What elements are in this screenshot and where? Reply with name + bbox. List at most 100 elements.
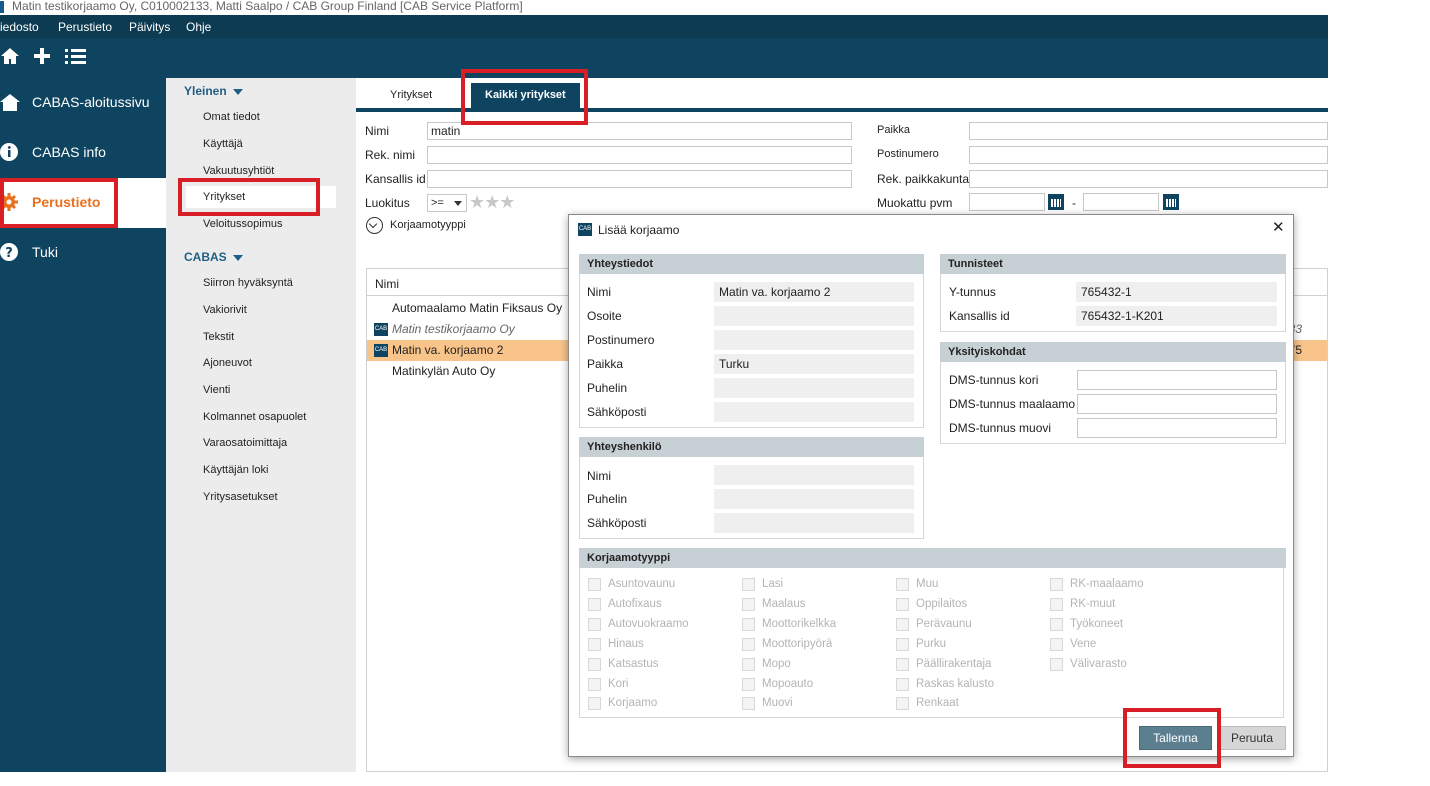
checkbox[interactable] — [742, 658, 755, 671]
nav-item-perustieto[interactable]: Perustieto — [0, 178, 166, 228]
checkbox[interactable] — [588, 618, 601, 631]
info-icon — [0, 142, 20, 162]
submenu-item-varaosatoimittaja[interactable]: Varaosatoimittaja — [203, 437, 287, 449]
date-from-input[interactable] — [969, 193, 1045, 211]
calendar-icon[interactable] — [1163, 194, 1179, 210]
reknimi-input[interactable] — [427, 146, 852, 164]
checkbox-label: Välivarasto — [1070, 658, 1127, 670]
checkbox[interactable] — [742, 638, 755, 651]
calendar-icon[interactable] — [1048, 194, 1064, 210]
menu-ohje[interactable]: Ohje — [186, 20, 211, 34]
nimi-input[interactable]: matin — [427, 122, 852, 140]
checkbox[interactable] — [1050, 578, 1063, 591]
checkbox-label: Moottoripyörä — [762, 638, 833, 650]
checkbox[interactable] — [742, 618, 755, 631]
submenu-item-ajoneuvot[interactable]: Ajoneuvot — [203, 357, 252, 369]
checkbox[interactable] — [896, 578, 909, 591]
field-label: Nimi — [587, 285, 611, 299]
field-label: Nimi — [587, 469, 611, 483]
nav-item-tuki[interactable]: ? Tuki — [0, 228, 166, 278]
row-name: Matin testikorjaamo Oy — [392, 322, 515, 336]
submenu-item-kayttajan-loki[interactable]: Käyttäjän loki — [203, 464, 268, 476]
checkbox[interactable] — [742, 697, 755, 710]
submenu-item-omat-tiedot[interactable]: Omat tiedot — [203, 111, 260, 123]
submenu-item-vienti[interactable]: Vienti — [203, 384, 230, 396]
dms-kori-input[interactable] — [1077, 370, 1277, 390]
field-label: Osoite — [587, 309, 622, 323]
checkbox[interactable] — [1050, 658, 1063, 671]
checkbox[interactable] — [742, 678, 755, 691]
checkbox[interactable] — [1050, 618, 1063, 631]
checkbox-label: Mopoauto — [762, 678, 814, 690]
field-label: DMS-tunnus muovi — [949, 421, 1052, 435]
luokitus-operator-select[interactable]: >= — [427, 194, 467, 212]
submenu-item-kayttaja[interactable]: Käyttäjä — [203, 138, 243, 150]
dms-maalaamo-input[interactable] — [1077, 394, 1277, 414]
checkbox[interactable] — [896, 678, 909, 691]
checkbox[interactable] — [896, 658, 909, 671]
close-icon[interactable]: ✕ — [1272, 220, 1285, 236]
submenu-item-vakiorivit[interactable]: Vakiorivit — [203, 304, 247, 316]
rating-stars[interactable]: ★★★ — [469, 192, 515, 213]
checkbox[interactable] — [896, 638, 909, 651]
checkbox[interactable] — [742, 578, 755, 591]
submenu-item-yritykset[interactable]: Yritykset — [186, 186, 336, 208]
caret-down-icon — [232, 88, 243, 95]
add-repair-shop-dialog: CAB Lisää korjaamo ✕ Yhteystiedot Nimi M… — [568, 214, 1294, 757]
date-to-input[interactable] — [1083, 193, 1159, 211]
submenu-item-siirron-hyvaksynta[interactable]: Siirron hyväksyntä — [203, 277, 293, 289]
tab-yritykset[interactable]: Yritykset — [376, 83, 446, 108]
checkbox-label: Vene — [1070, 638, 1097, 650]
checkbox[interactable] — [1050, 598, 1063, 611]
checkbox-label: Renkaat — [916, 697, 959, 709]
nav-item-cabas-aloitussivu[interactable]: CABAS-aloitussivu — [0, 78, 166, 128]
home-icon[interactable] — [0, 46, 24, 70]
tab-kaikki-yritykset[interactable]: Kaikki yritykset — [471, 83, 580, 108]
list-icon[interactable] — [64, 46, 88, 70]
korjaamotyyppi-toggle[interactable]: Korjaamotyyppi — [390, 219, 466, 231]
checkbox[interactable] — [588, 578, 601, 591]
ytunnus-value: 765432-1 — [1076, 282, 1277, 302]
checkbox[interactable] — [588, 638, 601, 651]
panel-header-yhteyshenkilo: Yhteyshenkilö — [579, 437, 924, 457]
submenu-item-vakuutusyhtiot[interactable]: Vakuutusyhtiöt — [203, 165, 274, 177]
paikka-input[interactable] — [969, 122, 1328, 140]
expand-circle-icon[interactable] — [366, 217, 383, 234]
checkbox[interactable] — [588, 697, 601, 710]
checkbox[interactable] — [742, 598, 755, 611]
postinumero-label: Postinumero — [877, 148, 939, 160]
menu-tiedosto[interactable]: iedosto — [0, 20, 39, 34]
menu-paivitys[interactable]: Päivitys — [129, 20, 170, 34]
submenu-item-tekstit[interactable]: Tekstit — [203, 331, 234, 343]
menu-perustieto[interactable]: Perustieto — [58, 20, 112, 34]
checkbox[interactable] — [588, 678, 601, 691]
checkbox[interactable] — [896, 618, 909, 631]
checkbox-label: Maalaus — [762, 598, 806, 610]
field-label: Y-tunnus — [949, 285, 996, 299]
kansallisid-input[interactable] — [427, 170, 852, 188]
submenu-group-yleinen[interactable]: Yleinen — [184, 84, 243, 98]
checkbox[interactable] — [588, 598, 601, 611]
checkbox[interactable] — [896, 697, 909, 710]
contact-email-value — [714, 513, 914, 533]
plus-icon[interactable] — [32, 46, 56, 70]
submenu-group-cabas[interactable]: CABAS — [184, 250, 243, 264]
nav-item-label: Perustieto — [32, 194, 101, 210]
submenu-item-veloitussopimus[interactable]: Veloitussopimus — [203, 218, 283, 230]
checkbox-label: Muu — [916, 578, 939, 590]
field-label: Postinumero — [587, 333, 655, 347]
cancel-button[interactable]: Peruuta — [1218, 726, 1286, 750]
rekpaikkakunta-input[interactable] — [969, 170, 1328, 188]
nimi-label: Nimi — [365, 124, 389, 138]
checkbox[interactable] — [1050, 638, 1063, 651]
submenu-item-kolmannet-osapuolet[interactable]: Kolmannet osapuolet — [203, 411, 306, 423]
submenu-item-yritysasetukset[interactable]: Yritysasetukset — [203, 491, 278, 503]
checkbox[interactable] — [896, 598, 909, 611]
column-header-nimi[interactable]: Nimi — [375, 277, 399, 291]
save-button[interactable]: Tallenna — [1139, 726, 1212, 750]
muokattu-label: Muokattu pvm — [877, 196, 953, 210]
dms-muovi-input[interactable] — [1077, 418, 1277, 438]
checkbox[interactable] — [588, 658, 601, 671]
nav-item-cabas-info[interactable]: CABAS info — [0, 128, 166, 178]
postinumero-input[interactable] — [969, 146, 1328, 164]
